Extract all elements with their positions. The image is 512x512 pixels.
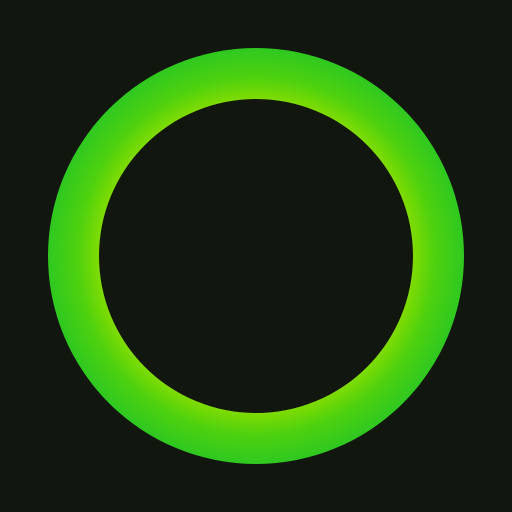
ring-icon xyxy=(0,0,512,512)
app-icon-canvas xyxy=(0,0,512,512)
